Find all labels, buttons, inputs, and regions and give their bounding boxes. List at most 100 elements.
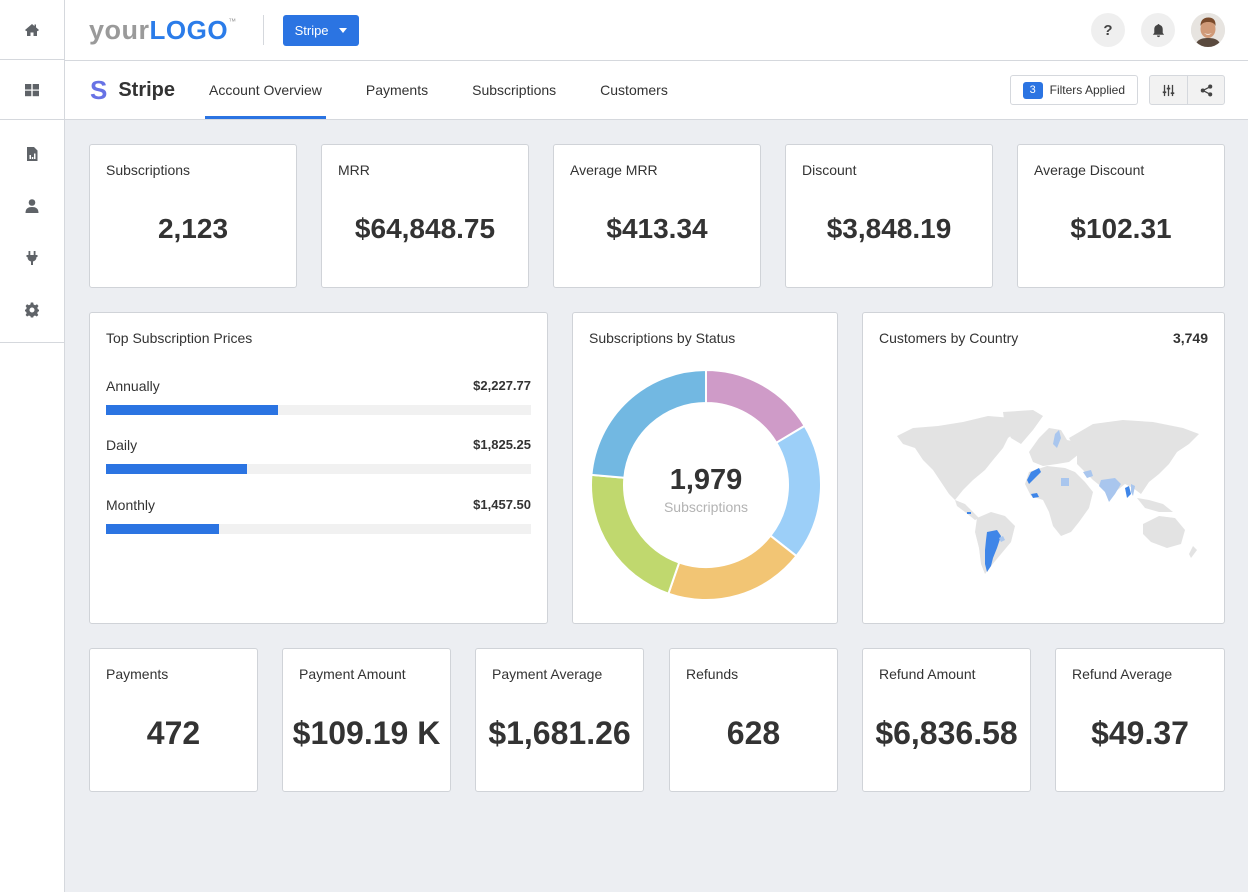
plug-icon: [26, 251, 38, 265]
app-name: Stripe: [118, 78, 176, 101]
stat-value: $49.37: [1091, 715, 1189, 751]
map-australia: [1143, 516, 1185, 548]
gear-icon: [25, 302, 39, 318]
stat-label: Refund Amount: [879, 666, 976, 682]
tab-label: Subscriptions: [472, 82, 557, 98]
country-total: 3,749: [1172, 330, 1208, 346]
dashboard-grid-icon: [25, 83, 39, 96]
user-avatar[interactable]: [1191, 13, 1225, 47]
donut-center: 1,979 Subscriptions: [589, 464, 823, 515]
stat-label: MRR: [338, 162, 370, 178]
price-bar-fill: [106, 524, 219, 534]
price-bar-track: [106, 405, 531, 415]
price-name: Monthly: [106, 497, 156, 513]
sliders-icon: [1162, 84, 1175, 96]
logo-prefix: your: [89, 14, 150, 45]
card-title: Top Subscription Prices: [106, 330, 253, 346]
stat-card-mrr[interactable]: MRR $64,848.75: [321, 144, 529, 288]
stat-value: $1,681.26: [488, 715, 631, 751]
stat-label: Average Discount: [1034, 162, 1145, 178]
stat-label: Payment Amount: [299, 666, 406, 682]
stat-card-subscriptions[interactable]: Subscriptions 2,123: [89, 144, 297, 288]
bell-icon: [1152, 23, 1164, 37]
donut-total: 1,979: [669, 464, 743, 496]
tab-customers[interactable]: Customers: [596, 61, 672, 119]
help-icon: ?: [1103, 21, 1113, 39]
stat-label: Refund Average: [1072, 666, 1173, 682]
price-name: Daily: [106, 437, 138, 453]
stat-label: Average MRR: [570, 162, 658, 178]
filters-applied-button[interactable]: 3 Filters Applied: [1009, 75, 1138, 105]
rail-settings[interactable]: [0, 284, 64, 336]
stat-label: Payment Average: [492, 666, 603, 682]
stat-value: $413.34: [606, 213, 708, 244]
stat-card-refunds[interactable]: Refunds 628: [669, 648, 838, 792]
stat-value: $109.19 K: [292, 715, 441, 751]
card-title: Customers by Country: [879, 330, 1019, 346]
view-actions: [1149, 75, 1225, 105]
stat-value: 2,123: [157, 213, 229, 244]
donut-slice-4[interactable]: [590, 368, 707, 479]
home-icon: [25, 23, 39, 36]
rail-reports[interactable]: [0, 128, 64, 180]
stat-card-average-mrr[interactable]: Average MRR $413.34: [553, 144, 761, 288]
map-country-thailand: [1125, 486, 1131, 498]
share-icon: [1200, 84, 1212, 96]
app-title: S Stripe: [90, 61, 175, 119]
map-greenland: [1003, 410, 1043, 444]
stat-card-refund-amount[interactable]: Refund Amount $6,836.58: [862, 648, 1031, 792]
rail-integrations[interactable]: [0, 232, 64, 284]
rail-users[interactable]: [0, 180, 64, 232]
stat-card-payments[interactable]: Payments 472: [89, 648, 258, 792]
card-title: Subscriptions by Status: [589, 330, 736, 346]
stat-value: $3,848.19: [826, 213, 952, 244]
price-value: $2,227.77: [473, 378, 531, 393]
report-file-icon: [27, 147, 38, 161]
top-bar: your LOGO ™ Stripe ?: [65, 0, 1248, 61]
top-subscription-prices-card: Top Subscription Prices Annually $2,227.…: [89, 312, 548, 624]
stat-label: Payments: [106, 666, 169, 682]
client-select-button[interactable]: Stripe: [282, 14, 359, 46]
caret-down-icon: [338, 27, 347, 33]
customers-by-country-card: Customers by Country 3,749: [862, 312, 1225, 624]
filters-count-badge: 3: [1022, 81, 1043, 99]
donut-slice-2[interactable]: [667, 534, 798, 601]
stat-card-payment-average[interactable]: Payment Average $1,681.26: [475, 648, 644, 792]
stat-card-discount[interactable]: Discount $3,848.19: [785, 144, 993, 288]
filters-label: Filters Applied: [1049, 83, 1125, 97]
rail-home[interactable]: [0, 0, 64, 60]
stat-card-payment-amount[interactable]: Payment Amount $109.19 K: [282, 648, 451, 792]
stat-value: $64,848.75: [354, 213, 496, 244]
price-value: $1,825.25: [473, 437, 531, 452]
stat-card-average-discount[interactable]: Average Discount $102.31: [1017, 144, 1225, 288]
logo-trademark: ™: [228, 16, 237, 26]
logo-brand: LOGO: [149, 14, 229, 45]
stat-value: 472: [146, 715, 201, 751]
tab-label: Customers: [600, 82, 668, 98]
left-rail: [0, 0, 65, 892]
world-map[interactable]: [893, 408, 1203, 578]
stat-value: $6,836.58: [875, 715, 1018, 751]
notifications-button[interactable]: [1141, 13, 1175, 47]
tab-account-overview[interactable]: Account Overview: [205, 61, 326, 119]
stat-value: 628: [726, 715, 781, 751]
tab-payments[interactable]: Payments: [362, 61, 432, 119]
company-logo[interactable]: your LOGO ™: [89, 15, 237, 46]
stat-label: Refunds: [686, 666, 739, 682]
donut-slice-0[interactable]: [705, 368, 806, 445]
share-button[interactable]: [1187, 76, 1224, 104]
rail-dashboards[interactable]: [0, 60, 64, 120]
user-icon: [25, 199, 39, 213]
map-country-egypt: [1061, 478, 1069, 486]
stat-card-refund-average[interactable]: Refund Average $49.37: [1055, 648, 1225, 792]
donut-total-label: Subscriptions: [663, 499, 749, 515]
stat-value: $102.31: [1070, 213, 1172, 244]
tab-subscriptions[interactable]: Subscriptions: [468, 61, 560, 119]
map-europe: [1029, 428, 1079, 466]
client-select-label: Stripe: [294, 22, 329, 38]
subscriptions-by-status-card: Subscriptions by Status 1,979 Subscripti…: [572, 312, 838, 624]
customize-button[interactable]: [1150, 76, 1187, 104]
help-button[interactable]: ?: [1091, 13, 1125, 47]
tab-label: Payments: [365, 82, 429, 98]
map-country-vietnam: [1131, 484, 1135, 496]
